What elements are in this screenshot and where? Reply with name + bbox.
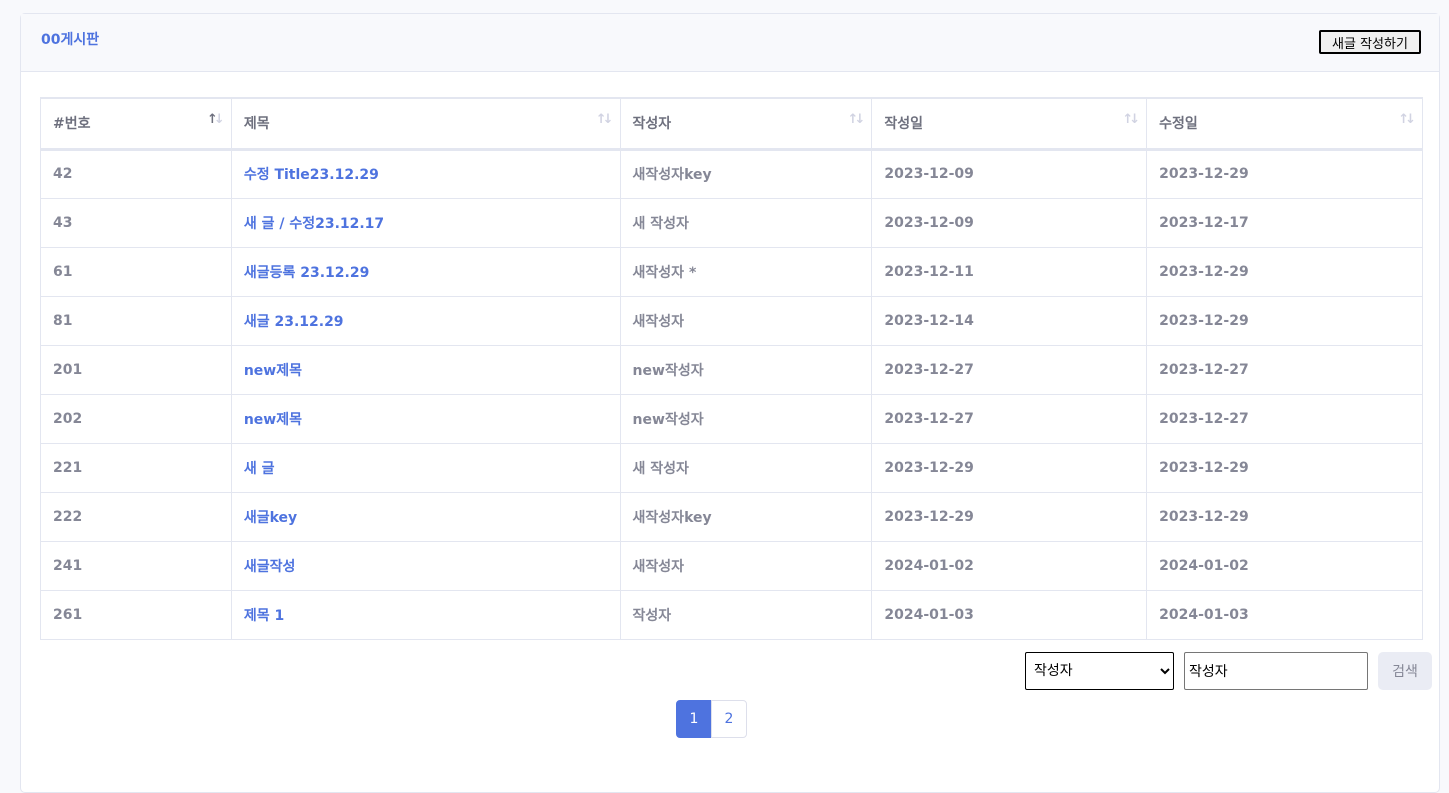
page-1-button[interactable]: 1 — [676, 700, 712, 738]
column-header-label: #번호 — [53, 116, 91, 133]
board-table: #번호 ↑↓ 제목 ↑↓ 작성자 ↑↓ 작성일 ↑↓ 수정일 ↑↓ 42 수정 Title23.12… — [40, 97, 1423, 640]
post-title-link[interactable]: 새글key — [230, 491, 621, 542]
post-title-link[interactable]: 수정 Title23.12.29 — [230, 148, 621, 199]
card-header: 00게시판 새글 작성하기 — [21, 14, 1439, 72]
new-post-button[interactable]: 새글 작성하기 — [1319, 30, 1421, 54]
table-row: 202 new제목 new작성자 2023-12-27 2023-12-27 — [40, 393, 1423, 444]
post-title-link[interactable]: new제목 — [230, 393, 621, 444]
column-header-label: 수정일 — [1159, 116, 1198, 133]
post-modified-date: 2023-12-27 — [1146, 344, 1423, 395]
post-author: 작성자 — [619, 589, 873, 640]
post-title-link[interactable]: 새 글 — [230, 442, 621, 493]
post-number: 222 — [40, 491, 232, 542]
search-bar: 작성자 검색 — [1012, 652, 1432, 690]
post-number: 61 — [40, 246, 232, 297]
table-row: 221 새 글새 작성자 2023-12-29 2023-12-29 — [40, 442, 1423, 493]
sort-arrows-icon[interactable]: ↑↓ — [595, 112, 614, 127]
sort-up-icon: ↑ — [207, 112, 218, 127]
post-modified-date: 2023-12-29 — [1146, 246, 1423, 297]
post-created-date: 2023-12-29 — [871, 491, 1148, 542]
post-modified-date: 2023-12-29 — [1146, 148, 1423, 199]
table-body: 42 수정 Title23.12.29 새작성자key 2023-12-09 2023-… — [40, 148, 1423, 640]
post-number: 43 — [40, 197, 232, 248]
board-table-wrapper: #번호 ↑↓ 제목 ↑↓ 작성자 ↑↓ 작성일 ↑↓ 수정일 ↑↓ 42 수정 Title23.12… — [40, 97, 1423, 640]
sort-arrows-icon[interactable]: ↑↓ — [1398, 112, 1416, 127]
sort-arrows-icon[interactable]: ↑↓ — [1122, 112, 1140, 127]
post-created-date: 2023-12-27 — [871, 344, 1148, 395]
sort-arrows-icon[interactable]: ↑↓ — [848, 112, 866, 127]
column-header-title[interactable]: 제목 ↑↓ — [230, 97, 621, 151]
table-row: 261 제목 1 작성자 2024-01-03 2024-01-03 — [40, 589, 1423, 640]
post-number: 241 — [40, 540, 232, 591]
post-number: 81 — [40, 295, 232, 346]
sort-down-icon: ↓ — [602, 112, 614, 127]
post-modified-date: 2023-12-29 — [1146, 491, 1423, 542]
column-header-number[interactable]: #번호 ↑↓ — [40, 97, 232, 151]
search-input[interactable] — [1184, 652, 1368, 690]
post-created-date: 2023-12-14 — [871, 295, 1148, 346]
post-author: 새작성자key — [619, 148, 873, 199]
post-author: 새작성자key — [619, 491, 873, 542]
column-header-label: 제목 — [243, 116, 270, 133]
column-header-created[interactable]: 작성일 ↑↓ — [871, 97, 1148, 151]
sort-down-icon: ↓ — [854, 112, 865, 127]
sort-up-icon: ↑ — [595, 112, 607, 127]
post-number: 221 — [40, 442, 232, 493]
post-created-date: 2023-12-29 — [871, 442, 1148, 493]
post-modified-date: 2024-01-02 — [1146, 540, 1423, 591]
table-header: #번호 ↑↓ 제목 ↑↓ 작성자 ↑↓ 작성일 ↑↓ 수정일 ↑↓ — [40, 97, 1423, 151]
post-title-link[interactable]: 새글 23.12.29 — [230, 295, 621, 346]
post-created-date: 2023-12-27 — [871, 393, 1148, 444]
post-modified-date: 2024-01-03 — [1146, 589, 1423, 640]
table-row: 222 새글key 새작성자key 2023-12-29 2023-12-29 — [40, 491, 1423, 542]
search-field-select[interactable]: 작성자 — [1025, 652, 1174, 690]
sort-down-icon: ↓ — [1405, 112, 1416, 127]
post-modified-date: 2023-12-29 — [1146, 442, 1423, 493]
sort-down-icon: ↓ — [1129, 112, 1140, 127]
post-title-link[interactable]: 제목 1 — [230, 589, 621, 640]
post-author: 새작성자 — [619, 540, 873, 591]
table-row: 61 새글등록 23.12.29 새작성자 * 2023-12-11 2023-12-2… — [40, 246, 1423, 297]
post-author: new작성자 — [619, 393, 873, 444]
column-header-author[interactable]: 작성자 ↑↓ — [619, 97, 873, 151]
post-created-date: 2024-01-02 — [871, 540, 1148, 591]
post-created-date: 2024-01-03 — [871, 589, 1148, 640]
post-author: new작성자 — [619, 344, 873, 395]
post-title-link[interactable]: 새글등록 23.12.29 — [230, 246, 621, 297]
table-row: 81 새글 23.12.29 새작성자 2023-12-14 2023-12-29 — [40, 295, 1423, 346]
post-author: 새 작성자 — [619, 442, 873, 493]
sort-arrows-icon[interactable]: ↑↓ — [207, 112, 225, 127]
column-header-label: 작성일 — [884, 116, 923, 133]
pagination: 1 2 — [676, 700, 747, 738]
post-number: 261 — [40, 589, 232, 640]
post-number: 42 — [40, 148, 232, 199]
post-author: 새작성자 * — [619, 246, 873, 297]
column-header-label: 작성자 — [632, 116, 672, 133]
post-modified-date: 2023-12-17 — [1146, 197, 1423, 248]
post-modified-date: 2023-12-27 — [1146, 393, 1423, 444]
table-row: 42 수정 Title23.12.29 새작성자key 2023-12-09 2023-… — [40, 148, 1423, 199]
post-created-date: 2023-12-09 — [871, 148, 1148, 199]
post-number: 201 — [40, 344, 232, 395]
post-created-date: 2023-12-11 — [871, 246, 1148, 297]
sort-down-icon: ↓ — [213, 112, 225, 127]
table-row: 201 new제목 new작성자 2023-12-27 2023-12-27 — [40, 344, 1423, 395]
post-title-link[interactable]: 새글작성 — [230, 540, 621, 591]
post-created-date: 2023-12-09 — [871, 197, 1148, 248]
post-author: 새작성자 — [619, 295, 873, 346]
table-row: 43 새 글 / 수정23.12.17 새 작성자 2023-12-09 2023-12… — [40, 197, 1423, 248]
post-author: 새 작성자 — [619, 197, 873, 248]
post-modified-date: 2023-12-29 — [1146, 295, 1423, 346]
table-row: 241 새글작성 새작성자 2024-01-02 2024-01-02 — [40, 540, 1423, 591]
column-header-modified[interactable]: 수정일 ↑↓ — [1146, 97, 1423, 151]
post-title-link[interactable]: 새 글 / 수정23.12.17 — [230, 197, 621, 248]
search-button[interactable]: 검색 — [1378, 652, 1432, 690]
page-2-button[interactable]: 2 — [711, 700, 747, 738]
board-title: 00게시판 — [41, 32, 100, 48]
post-number: 202 — [40, 393, 232, 444]
post-title-link[interactable]: new제목 — [230, 344, 621, 395]
